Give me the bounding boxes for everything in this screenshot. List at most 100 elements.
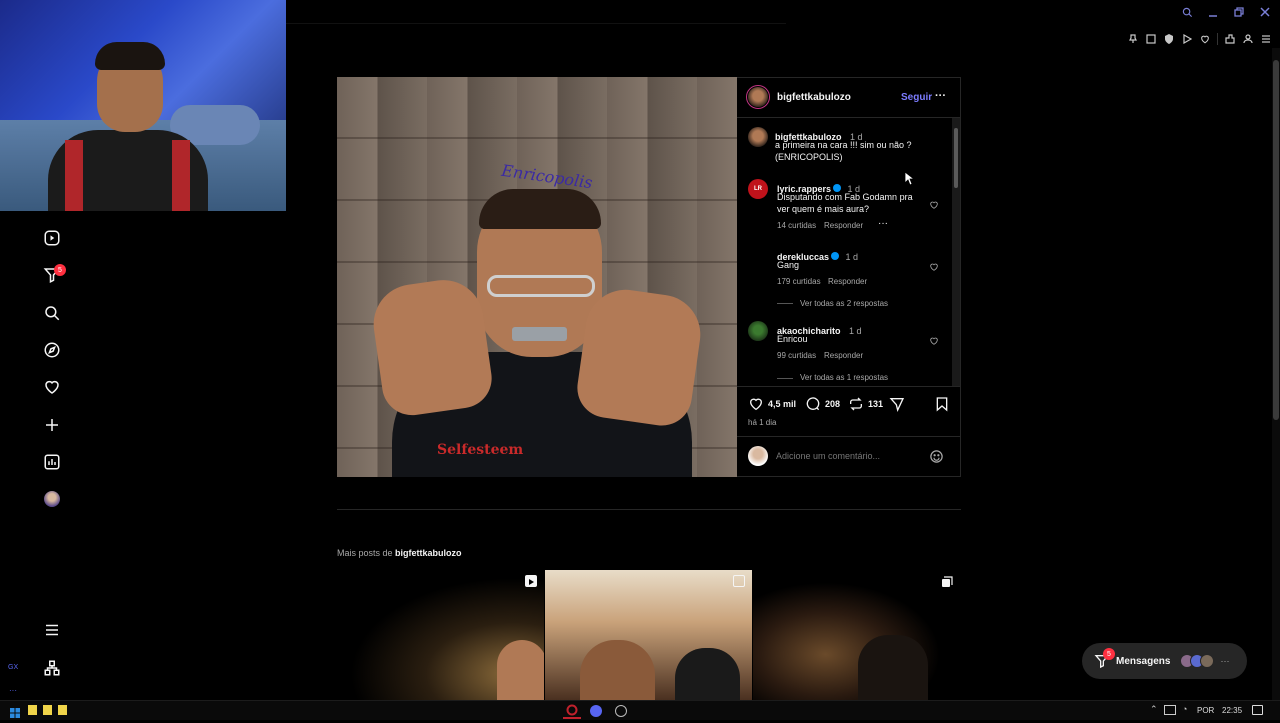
carousel-icon [941,575,953,587]
comment-input[interactable] [776,449,916,463]
discord-icon[interactable] [590,705,602,717]
extensions-icon[interactable] [1224,33,1236,45]
folder-icon[interactable] [28,705,37,715]
snapshot-icon[interactable] [1145,33,1157,45]
profile-icon[interactable] [1242,33,1254,45]
obs-icon[interactable] [615,705,627,717]
caption-avatar[interactable] [748,127,768,147]
notifications-icon[interactable] [1252,705,1263,715]
caption-line-1: a primeira na cara !!! sim ou não ? [775,140,912,150]
plus-icon[interactable] [42,415,62,435]
reply-button[interactable]: Responder [828,277,867,286]
comment-likes[interactable]: 14 curtidas [777,221,816,230]
browser-toolbar [1127,33,1272,45]
reply-button[interactable]: Responder [824,221,863,230]
mouse-cursor [904,171,916,190]
more-menu-icon[interactable] [42,620,62,640]
clock[interactable]: 22:35 [1222,706,1242,715]
folder-icon[interactable] [43,705,52,715]
reply-button[interactable]: Responder [824,351,863,360]
search-icon[interactable] [42,303,62,323]
author-username[interactable]: bigfettkabulozo [777,92,851,103]
more-dots: ··· [9,686,17,695]
caption-line-2: (ENRICOPOLIS) [775,152,843,162]
header-divider [737,117,961,118]
messages-more-button[interactable]: ··· [1220,656,1229,666]
shield-icon[interactable] [1163,33,1175,45]
comment-icon[interactable] [805,396,821,412]
filter-icon[interactable]: 5 [42,264,66,285]
opera-gx-icon[interactable] [563,703,581,719]
window-controls [1180,5,1272,19]
heart-icon[interactable] [42,377,62,397]
chevron-up-icon[interactable]: ⌃ [1150,704,1158,715]
post-options-button[interactable]: ··· [935,90,946,102]
search-icon[interactable] [1180,5,1194,19]
reels-icon[interactable] [42,228,62,248]
comments-count[interactable]: 208 [825,399,840,409]
messages-button[interactable]: 5 Mensagens ··· [1082,643,1247,679]
actions-divider [737,386,961,387]
shirt-logo-text: Selfesteem [437,442,524,458]
reposts-count[interactable]: 131 [868,399,883,409]
current-user-avatar[interactable] [748,446,768,466]
gx-label: GX [8,664,19,671]
comment-text: Enricou [777,334,808,344]
comment-time[interactable]: 1 d [846,252,859,262]
language-indicator[interactable]: POR [1197,706,1214,715]
close-icon[interactable] [1258,5,1272,19]
taskbar: ⌃ ◔ POR 22:35 [0,700,1280,720]
emoji-icon[interactable] [929,449,944,464]
restore-icon[interactable] [1232,5,1246,19]
compass-icon[interactable] [42,340,62,360]
view-replies-button[interactable]: Ver todas as 1 respostas [800,373,888,382]
comment-like-icon[interactable] [929,333,939,351]
folder-icon[interactable] [58,705,67,715]
more-posts-user[interactable]: bigfettkabulozo [395,548,462,558]
verified-icon [831,251,840,260]
comment-avatar[interactable]: LR [748,179,768,199]
related-post[interactable] [337,570,544,700]
like-icon[interactable] [748,396,764,412]
comments-scrollbar[interactable] [952,118,960,386]
comment-time[interactable]: 1 d [849,326,862,336]
view-replies-button[interactable]: Ver todas as 2 respostas [800,299,888,308]
video-icon [733,575,745,587]
comment-text-line-1: Disputando com Fab Godamn pra [777,192,913,202]
minimize-icon[interactable] [1206,5,1220,19]
favorite-icon[interactable] [1199,33,1211,45]
stats-icon[interactable] [42,452,62,472]
share-icon[interactable] [889,396,905,412]
menu-icon[interactable] [1260,33,1272,45]
follow-button[interactable]: Seguir [901,92,932,103]
comment-like-icon[interactable] [929,259,939,277]
profile-avatar[interactable] [42,489,62,509]
replies-line [777,378,793,379]
comment-text-line-2: ver quem é mais aura? [777,204,870,214]
save-icon[interactable] [934,396,950,412]
comment-avatar[interactable] [748,321,768,341]
top-divider [286,23,786,24]
comment-likes[interactable]: 99 curtidas [777,351,816,360]
apps-icon[interactable] [42,658,62,678]
comment-like-icon[interactable] [929,197,939,215]
related-post[interactable] [545,570,752,700]
likes-count[interactable]: 4,5 mil [768,399,796,409]
message-avatars [1180,654,1215,668]
network-icon[interactable] [1164,705,1176,715]
related-post[interactable] [753,570,960,700]
repost-icon[interactable] [848,396,864,412]
page-scrollbar[interactable] [1272,48,1280,700]
comment-options-button[interactable]: ··· [878,218,888,229]
more-posts-heading: Mais posts de bigfettkabulozo [337,548,462,558]
comment-likes[interactable]: 179 curtidas [777,277,821,286]
play-icon[interactable] [1181,33,1193,45]
webcam-overlay [0,0,286,211]
windows-start-icon[interactable] [10,705,20,718]
author-avatar[interactable] [746,85,770,109]
post-time[interactable]: há 1 dia [748,418,776,427]
post-image[interactable]: Enricopolis Selfesteem [337,77,737,477]
comment-box-divider [737,436,961,437]
pin-icon[interactable] [1127,33,1139,45]
wifi-icon[interactable]: ◔ [1182,704,1187,714]
